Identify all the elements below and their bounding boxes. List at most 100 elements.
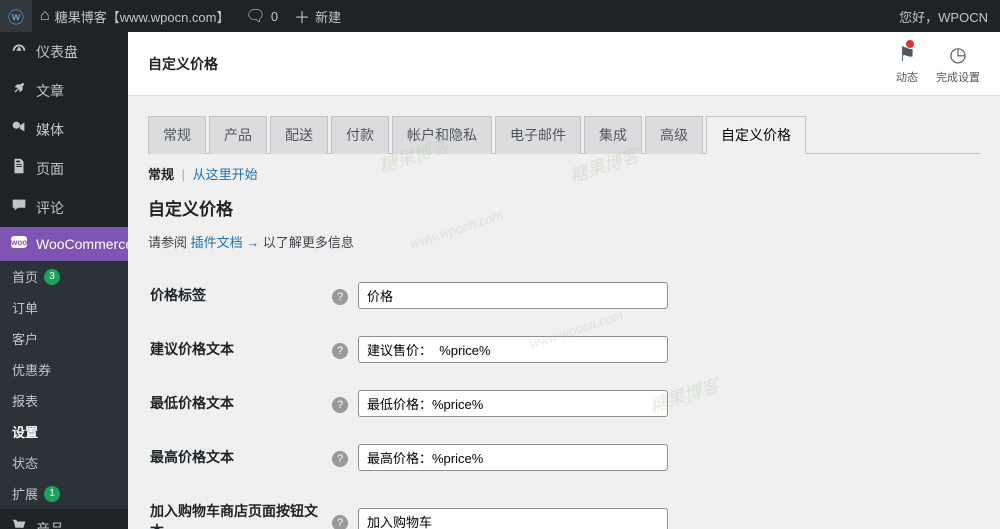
admin-toolbar: ⓦ ⌂糖果博客【www.wpocn.com】 🗨0 ＋新建 您好，WPOCN (0, 0, 1000, 32)
plus-icon: ＋ (294, 4, 310, 28)
max-text-input[interactable] (358, 444, 668, 471)
count-badge: 3 (44, 269, 60, 285)
settings-tab[interactable]: 配送 (270, 116, 328, 154)
home-icon: ⌂ (40, 7, 50, 25)
svg-text:woo: woo (11, 238, 27, 247)
min-text-input[interactable] (358, 390, 668, 417)
setup-label: 完成设置 (936, 69, 980, 85)
settings-form: 价格标签 ? 建议价格文本 ? 最低价格文本 ? 最高价格文本 ? 加入购物车商… (148, 267, 980, 529)
help-icon[interactable]: ? (332, 289, 348, 305)
wordpress-icon: ⓦ (8, 4, 24, 28)
settings-tabs: 常规产品配送付款帐户和隐私电子邮件集成高级自定义价格 (148, 116, 980, 154)
site-name-link[interactable]: ⌂ 糖果博客【www.wpocn.com】 (32, 0, 237, 32)
submenu-label: 报表 (12, 391, 38, 410)
field-label: 建议价格文本 (150, 323, 330, 375)
sidebar-item-label: 媒体 (36, 120, 64, 140)
sidebar-item-page[interactable]: 页面 (0, 149, 128, 188)
field-label: 加入购物车商店页面按钮文本 (150, 485, 330, 529)
pin-icon (10, 79, 28, 102)
submenu-item[interactable]: 优惠券 (0, 354, 128, 385)
field-label: 最高价格文本 (150, 431, 330, 483)
sidebar-item-gauge[interactable]: 仪表盘 (0, 32, 128, 71)
help-icon[interactable]: ? (332, 451, 348, 467)
settings-tab[interactable]: 产品 (209, 116, 267, 154)
notification-dot (906, 40, 914, 48)
comments-count: 0 (271, 9, 278, 24)
submenu-item[interactable]: 报表 (0, 385, 128, 416)
activity-panel[interactable]: ⚑ 动态 (896, 42, 918, 85)
field-row-min-text: 最低价格文本 ? (150, 377, 978, 429)
sidebar-item-woocommerce[interactable]: woo WooCommerce (0, 227, 128, 261)
count-badge: 1 (44, 486, 60, 502)
clock-icon: ◷ (949, 42, 966, 67)
section-heading: 自定义价格 (148, 195, 980, 220)
my-account[interactable]: 您好，WPOCN (887, 0, 1000, 32)
field-row-max-text: 最高价格文本 ? (150, 431, 978, 483)
settings-tab[interactable]: 常规 (148, 116, 206, 154)
submenu-item[interactable]: 订单 (0, 292, 128, 323)
cart-shop-input[interactable] (358, 508, 668, 529)
new-label: 新建 (315, 7, 341, 26)
subsub-general[interactable]: 常规 (148, 167, 174, 182)
media-icon (10, 118, 28, 141)
field-label: 价格标签 (150, 269, 330, 321)
submenu-label: 状态 (12, 453, 38, 472)
page-header: 自定义价格 ⚑ 动态 ◷ 完成设置 (128, 32, 1000, 96)
submenu-label: 设置 (12, 422, 38, 441)
comments-link[interactable]: 🗨0 (238, 0, 287, 32)
settings-tab[interactable]: 集成 (584, 116, 642, 154)
settings-tab[interactable]: 付款 (331, 116, 389, 154)
field-row-price-tag: 价格标签 ? (150, 269, 978, 321)
submenu-item[interactable]: 状态 (0, 447, 128, 478)
sidebar-item-pin[interactable]: 文章 (0, 71, 128, 110)
woocommerce-submenu: 首页 3 订单客户优惠券报表设置状态扩展 1 (0, 261, 128, 509)
sidebar-item-label: 文章 (36, 81, 64, 101)
suggest-text-input[interactable] (358, 336, 668, 363)
intro-text: 请参阅 插件文档 → 以了解更多信息 (148, 232, 980, 251)
help-icon[interactable]: ? (332, 343, 348, 359)
settings-tab[interactable]: 帐户和隐私 (392, 116, 492, 154)
submenu-item[interactable]: 客户 (0, 323, 128, 354)
subsub-start[interactable]: 从这里开始 (193, 167, 258, 182)
setup-panel[interactable]: ◷ 完成设置 (936, 42, 980, 85)
sidebar-item-label: WooCommerce (36, 236, 128, 252)
submenu-label: 订单 (12, 298, 38, 317)
settings-tab[interactable]: 自定义价格 (706, 116, 806, 154)
sidebar-item-label: 页面 (36, 159, 64, 179)
field-label: 最低价格文本 (150, 377, 330, 429)
submenu-label: 优惠券 (12, 360, 51, 379)
admin-menu: 仪表盘文章媒体页面评论 woo WooCommerce 首页 3 订单客户优惠券报表… (0, 32, 128, 529)
price-tag-input[interactable] (358, 282, 668, 309)
comment-icon (10, 196, 28, 219)
doc-link[interactable]: 插件文档 → (191, 235, 260, 250)
sub-navigation: 常规 | 从这里开始 (148, 164, 980, 183)
sidebar-item-media[interactable]: 媒体 (0, 110, 128, 149)
field-row-cart-shop: 加入购物车商店页面按钮文本 ? (150, 485, 978, 529)
greeting: 您好，WPOCN (899, 7, 988, 26)
sidebar-item-label: 产品 (36, 519, 64, 529)
wp-logo[interactable]: ⓦ (0, 0, 32, 32)
submenu-label: 扩展 (12, 484, 38, 503)
new-content[interactable]: ＋ 新建 (286, 0, 349, 32)
woo-icon: woo (10, 235, 28, 253)
submenu-item[interactable]: 首页 3 (0, 261, 128, 292)
page-icon (10, 157, 28, 180)
sidebar-item-product[interactable]: 产品 (0, 509, 128, 529)
submenu-item[interactable]: 设置 (0, 416, 128, 447)
sidebar-item-label: 评论 (36, 198, 64, 218)
help-icon[interactable]: ? (332, 515, 348, 529)
submenu-label: 首页 (12, 267, 38, 286)
help-icon[interactable]: ? (332, 397, 348, 413)
settings-tab[interactable]: 电子邮件 (495, 116, 581, 154)
sidebar-item-comment[interactable]: 评论 (0, 188, 128, 227)
gauge-icon (10, 40, 28, 63)
settings-tab[interactable]: 高级 (645, 116, 703, 154)
comment-icon: 🗨 (246, 6, 266, 26)
site-name: 糖果博客【www.wpocn.com】 (55, 7, 230, 26)
submenu-item[interactable]: 扩展 1 (0, 478, 128, 509)
sidebar-item-label: 仪表盘 (36, 42, 78, 62)
activity-label: 动态 (896, 69, 918, 85)
page-title: 自定义价格 (148, 48, 218, 80)
product-icon (10, 517, 28, 529)
field-row-suggest-text: 建议价格文本 ? (150, 323, 978, 375)
